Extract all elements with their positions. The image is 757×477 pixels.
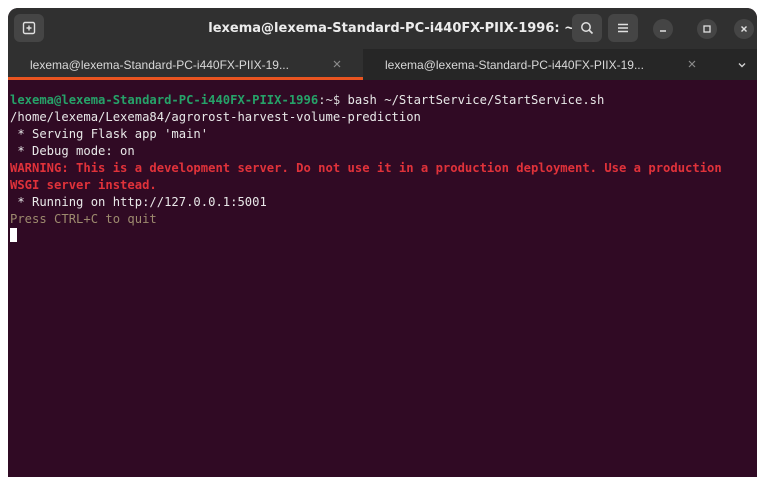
tab-label: lexema@lexema-Standard-PC-i440FX-PIIX-19… [385, 57, 644, 72]
cursor-line [10, 228, 757, 245]
minimize-button[interactable] [653, 19, 673, 39]
close-icon [333, 60, 341, 68]
quit-hint: Press CTRL+C to quit [10, 212, 157, 226]
output-line: * Debug mode: on [10, 144, 135, 158]
tab-1[interactable]: lexema@lexema-Standard-PC-i440FX-PIIX-19… [8, 49, 363, 80]
tabs-dropdown-button[interactable] [735, 58, 749, 72]
warning-message: WARNING: This is a development server. D… [10, 161, 722, 192]
titlebar: lexema@lexema-Standard-PC-i440FX-PIIX-19… [8, 8, 757, 49]
maximize-button[interactable] [697, 19, 717, 39]
running-address-line: * Running on http://127.0.0.1:5001 [10, 195, 267, 209]
command-line: lexema@lexema-Standard-PC-i440FX-PIIX-19… [10, 92, 757, 109]
text-cursor [10, 228, 17, 242]
output-line: /home/lexema/Lexema84/agrorost-harvest-v… [10, 110, 421, 124]
minimize-icon [660, 30, 666, 32]
prompt-user: lexema@lexema-Standard-PC-i440FX-PIIX-19… [10, 93, 319, 107]
tab-close-button[interactable] [331, 57, 343, 71]
chevron-down-icon [738, 63, 746, 68]
hamburger-menu-icon [618, 23, 628, 33]
tab-close-button[interactable] [686, 57, 698, 71]
maximize-icon [703, 25, 711, 33]
prompt-separator: :~$ [318, 93, 348, 107]
close-button[interactable] [734, 19, 754, 39]
active-tab-indicator [8, 77, 363, 80]
command-text: bash ~/StartService/StartService.sh [347, 93, 605, 107]
terminal-window: lexema@lexema-Standard-PC-i440FX-PIIX-19… [8, 8, 757, 477]
output-line: * Serving Flask app 'main' [10, 127, 209, 141]
close-icon [688, 60, 696, 68]
menu-button[interactable] [608, 14, 638, 42]
search-button[interactable] [572, 14, 602, 42]
terminal-output[interactable]: lexema@lexema-Standard-PC-i440FX-PIIX-19… [8, 82, 757, 477]
tab-bar: lexema@lexema-Standard-PC-i440FX-PIIX-19… [8, 49, 757, 80]
close-icon [741, 26, 747, 32]
window-title: lexema@lexema-Standard-PC-i440FX-PIIX-19… [208, 21, 575, 36]
tab-2[interactable]: lexema@lexema-Standard-PC-i440FX-PIIX-19… [363, 49, 718, 80]
search-icon [581, 22, 594, 35]
tab-label: lexema@lexema-Standard-PC-i440FX-PIIX-19… [30, 57, 289, 72]
